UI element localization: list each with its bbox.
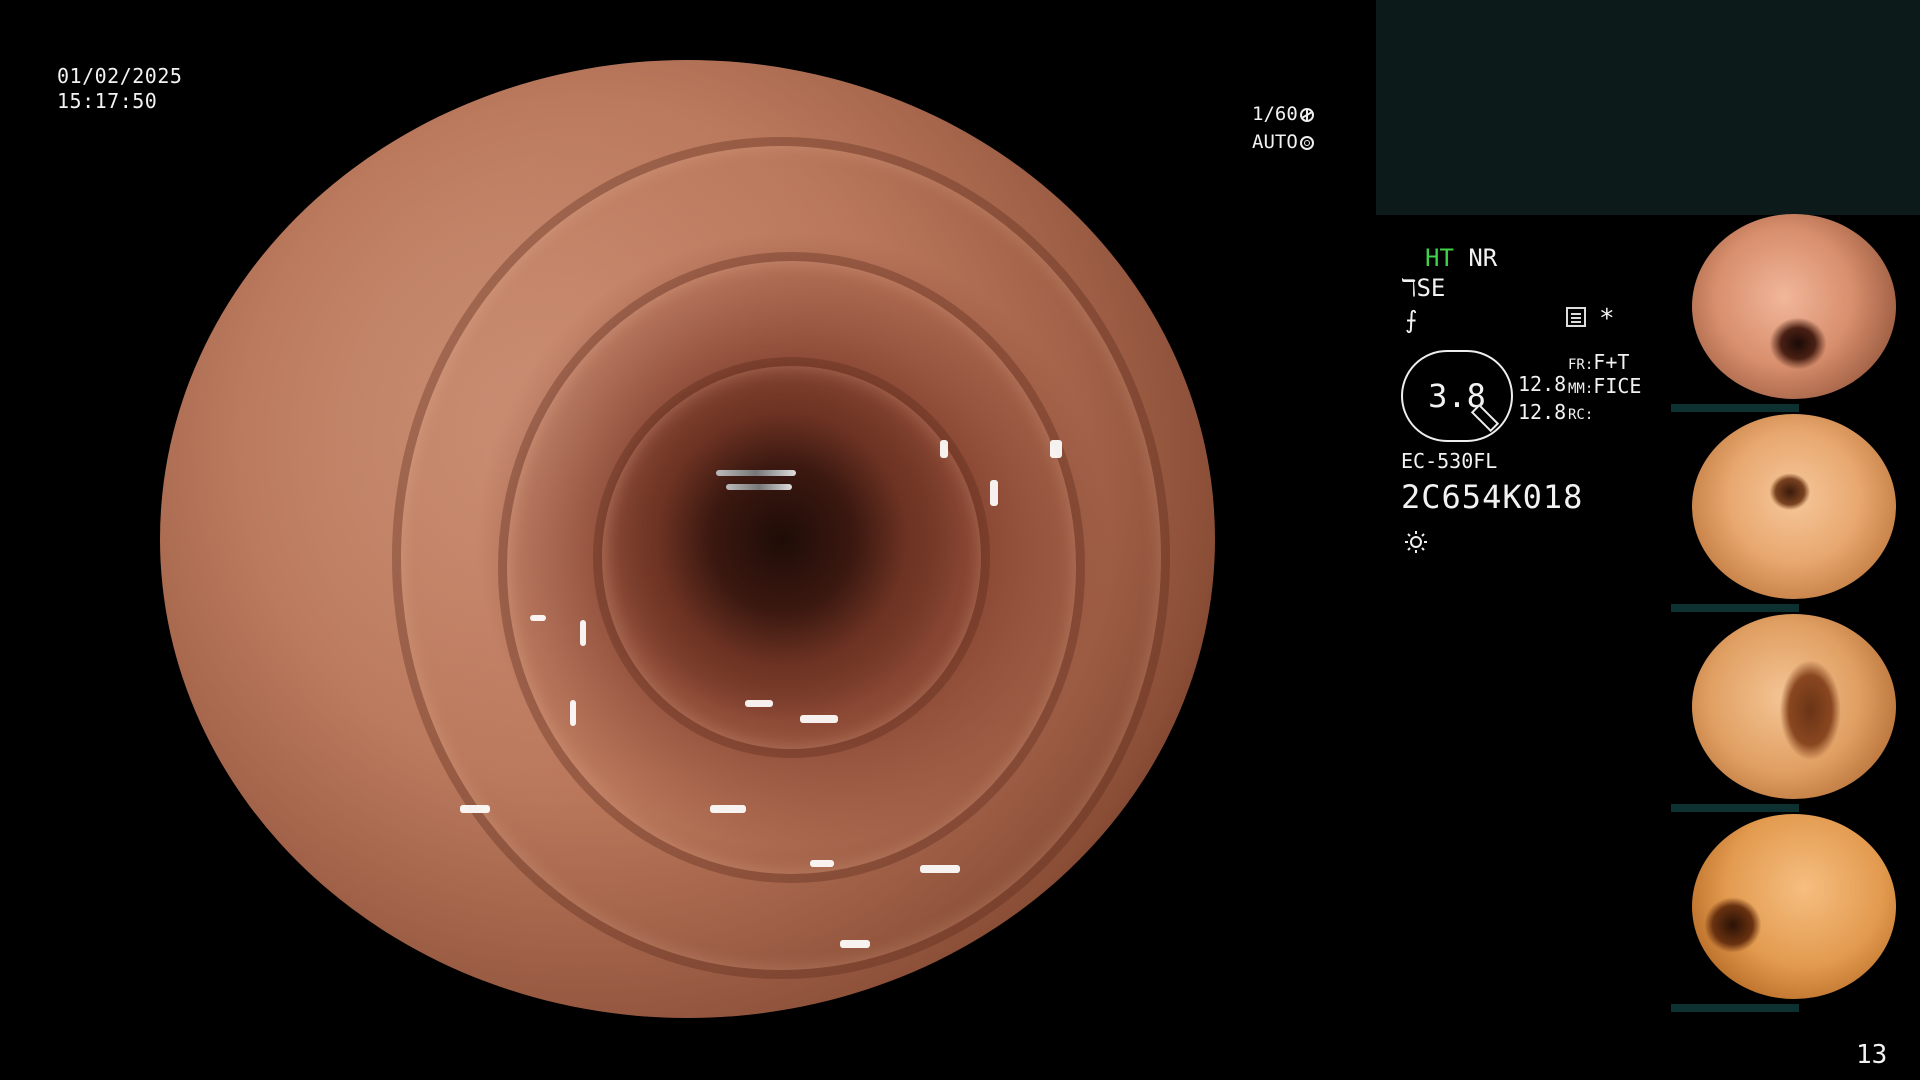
structure-enhancement: ℸSE xyxy=(1401,274,1445,302)
page-number: 13 xyxy=(1856,1040,1888,1070)
light-reflection xyxy=(460,805,490,813)
captured-thumbnail[interactable] xyxy=(1692,414,1896,599)
light-reflection xyxy=(840,940,870,948)
mode-ht: HT xyxy=(1425,244,1454,272)
scope-model: EC-530FL xyxy=(1401,449,1498,473)
light-reflection xyxy=(800,715,838,723)
captured-thumbnail[interactable] xyxy=(1692,214,1896,399)
shutter-text: 1/60 xyxy=(1252,103,1298,125)
date-text: 01/02/2025 xyxy=(57,64,183,88)
light-reflection xyxy=(990,480,998,506)
sub-monitor-area xyxy=(1376,0,1920,215)
fr-value: F+T xyxy=(1593,350,1630,374)
mm-value: FICE xyxy=(1593,374,1642,398)
thumbnail-bar xyxy=(1671,804,1799,812)
thumbnail-bar xyxy=(1671,1004,1799,1012)
thumbnail-bar xyxy=(1671,404,1799,412)
light-reflection xyxy=(810,860,834,867)
iris-text: AUTO xyxy=(1252,131,1298,153)
iris-icon xyxy=(1299,136,1314,150)
light-reflection xyxy=(570,700,576,726)
hemostatic-clip xyxy=(716,470,796,476)
mode-nr: NR xyxy=(1468,244,1498,272)
hemostatic-clip xyxy=(726,484,792,490)
fr-label: FR: xyxy=(1568,357,1594,373)
rc-row: RC: xyxy=(1568,400,1593,424)
light-reflection xyxy=(710,805,746,813)
zoom-indicator: 3.8 xyxy=(1401,350,1513,442)
light-reflection xyxy=(1050,440,1062,458)
exposure-info: 1/60 AUTO xyxy=(1252,100,1314,156)
value-b: 12.8 xyxy=(1518,400,1567,424)
thumbnail-bar xyxy=(1671,604,1799,612)
light-reflection xyxy=(745,700,773,707)
scope-serial: 2C654K018 xyxy=(1401,478,1584,516)
rc-label: RC: xyxy=(1568,407,1594,423)
mucosal-fold xyxy=(592,356,991,759)
light-reflection xyxy=(580,620,586,646)
memo-icon xyxy=(1566,307,1586,327)
structure-enhance-icon: ⨍ xyxy=(1405,306,1418,334)
se-icon: ℸ xyxy=(1401,274,1417,302)
endoscope-live-view xyxy=(160,60,1215,1018)
mm-row: MM:FICE xyxy=(1568,374,1641,398)
mm-label: MM: xyxy=(1568,381,1594,397)
se-text: SE xyxy=(1416,274,1446,302)
aperture-icon xyxy=(1299,108,1314,122)
date-time: 01/02/2025 15:17:50 xyxy=(57,64,182,114)
sun-icon xyxy=(1405,531,1427,553)
captured-thumbnail[interactable] xyxy=(1692,614,1896,799)
light-reflection xyxy=(940,440,948,458)
light-reflection xyxy=(920,865,960,873)
image-mode: HT NR xyxy=(1425,244,1497,272)
captured-thumbnail[interactable] xyxy=(1692,814,1896,999)
light-reflection xyxy=(1115,820,1145,828)
value-a: 12.8 xyxy=(1518,372,1567,396)
fr-row: FR:F+T xyxy=(1568,350,1629,374)
light-reflection xyxy=(530,615,546,621)
shutter-row: 1/60 xyxy=(1252,100,1314,128)
iris-row: AUTO xyxy=(1252,128,1314,156)
asterisk-indicator: * xyxy=(1599,304,1615,334)
time-text: 15:17:50 xyxy=(57,89,158,113)
